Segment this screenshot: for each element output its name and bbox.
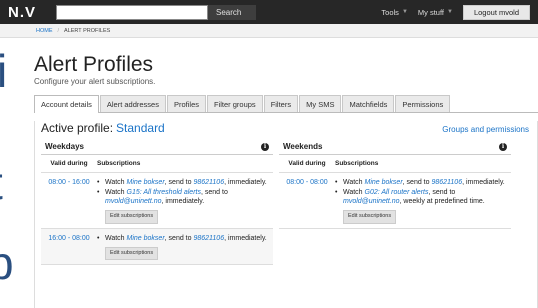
active-profile-link[interactable]: Standard [116,121,165,135]
tab-matchfields[interactable]: Matchfields [342,95,395,112]
background-decoration: i t b [0,45,14,289]
nav-logo[interactable]: N.V [8,4,50,21]
time-period-link[interactable]: 08:00 - 08:00 [279,178,335,224]
weekends-header: Weekends i [279,139,511,155]
subscription-list: • Watch Mine bokser, send to 98621106, i… [335,178,511,224]
filter-group-link[interactable]: Mine bokser [365,179,403,186]
tools-label: Tools [381,7,399,17]
list-item: • Watch Mine bokser, send to 98621106, i… [97,178,267,186]
subscription-list: • Watch Mine bokser, send to 98621106, i… [97,234,273,261]
filter-group-link[interactable]: Mine bokser [127,179,165,186]
filter-group-link[interactable]: G02: All router alerts [365,189,429,196]
weekdays-table-header: Valid during Subscriptions [41,155,273,173]
edit-subscriptions-button[interactable]: Edit subscriptions [105,246,159,261]
breadcrumb-current: ALERT PROFILES [64,27,111,34]
valid-during-header: Valid during [50,160,88,167]
subscriptions-header: Subscriptions [335,160,379,168]
info-icon[interactable]: i [499,142,507,151]
account-details-panel: Active profile: Standard Groups and perm… [34,121,538,308]
edit-subscriptions-button[interactable]: Edit subscriptions [105,210,159,224]
groups-and-permissions-link[interactable]: Groups and permissions [442,125,529,134]
search-button[interactable]: Search [208,4,256,20]
tab-bar: Account details Alert addresses Profiles… [34,95,538,113]
tab-alert-addresses[interactable]: Alert addresses [99,95,166,112]
tab-account-details[interactable]: Account details [34,95,99,113]
tab-filter-groups[interactable]: Filter groups [207,95,263,112]
list-item: • Watch Mine bokser, send to 98621106, i… [97,234,267,242]
list-item: • Watch Mine bokser, send to 98621106, i… [335,178,505,186]
logout-button[interactable]: Logout mvold [462,4,530,20]
weekends-table-header: Valid during Subscriptions [279,155,511,173]
subscription-list: • Watch Mine bokser, send to 98621106, i… [97,178,273,224]
tools-menu[interactable]: Tools ▼ [381,8,407,17]
filter-group-link[interactable]: Mine bokser [127,235,165,242]
time-period-link[interactable]: 16:00 - 08:00 [41,234,97,260]
weekends-section: Weekends i Valid during Subscriptions 08… [279,139,511,265]
chevron-down-icon: ▼ [447,9,453,15]
page-title: Alert Profiles [34,53,154,76]
table-row: 08:00 - 16:00 • Watch Mine bokser, send … [41,173,273,229]
alert-address-link[interactable]: mvold@uninett.no [105,198,162,205]
timeperiod-columns: Weekdays i Valid during Subscriptions 08… [41,139,531,266]
weekdays-section: Weekdays i Valid during Subscriptions 08… [41,139,273,266]
alert-address-link[interactable]: 98621106 [431,179,462,186]
table-row: 08:00 - 08:00 • Watch Mine bokser, send … [279,173,511,229]
tab-profiles[interactable]: Profiles [166,95,206,112]
table-row: 16:00 - 08:00 • Watch Mine bokser, send … [41,228,273,266]
alert-address-link[interactable]: 98621106 [193,179,224,186]
time-period-link[interactable]: 08:00 - 16:00 [41,178,97,224]
tab-permissions[interactable]: Permissions [395,95,451,112]
page-subtitle: Configure your alert subscriptions. [34,77,156,86]
breadcrumb-home-link[interactable]: HOME [36,28,53,34]
valid-during-header: Valid during [288,160,326,167]
nav-right: Tools ▼ My stuff ▼ Logout mvold [381,4,530,20]
top-navigation-bar: N.V Search Tools ▼ My stuff ▼ Logout mvo… [0,0,538,24]
list-item: • Watch G02: All router alerts, send to … [335,188,485,206]
search-input[interactable] [56,4,208,20]
tab-filters[interactable]: Filters [263,95,299,112]
main-content: Alert Profiles Configure your alert subs… [34,38,538,308]
breadcrumb: HOME / ALERT PROFILES [0,24,538,38]
weekdays-title: Weekdays [45,142,84,151]
tab-my-sms[interactable]: My SMS [299,95,342,112]
list-item: • Watch G15: All threshold alerts, send … [97,188,228,206]
active-profile-label: Active profile: [41,121,114,135]
my-stuff-label: My stuff [417,7,445,17]
weekends-title: Weekends [283,142,323,151]
info-icon[interactable]: i [261,142,269,151]
chevron-down-icon: ▼ [401,9,408,15]
weekdays-header: Weekdays i [41,139,273,155]
breadcrumb-separator: / [57,27,60,34]
edit-subscriptions-button[interactable]: Edit subscriptions [343,210,397,224]
active-profile-row: Active profile: Standard Groups and perm… [41,121,531,135]
alert-address-link[interactable]: 98621106 [193,235,224,242]
alert-address-link[interactable]: mvold@uninett.no [343,198,400,205]
subscriptions-header: Subscriptions [97,160,141,168]
my-stuff-menu[interactable]: My stuff ▼ [418,8,453,17]
filter-group-link[interactable]: G15: All threshold alerts [127,189,201,196]
